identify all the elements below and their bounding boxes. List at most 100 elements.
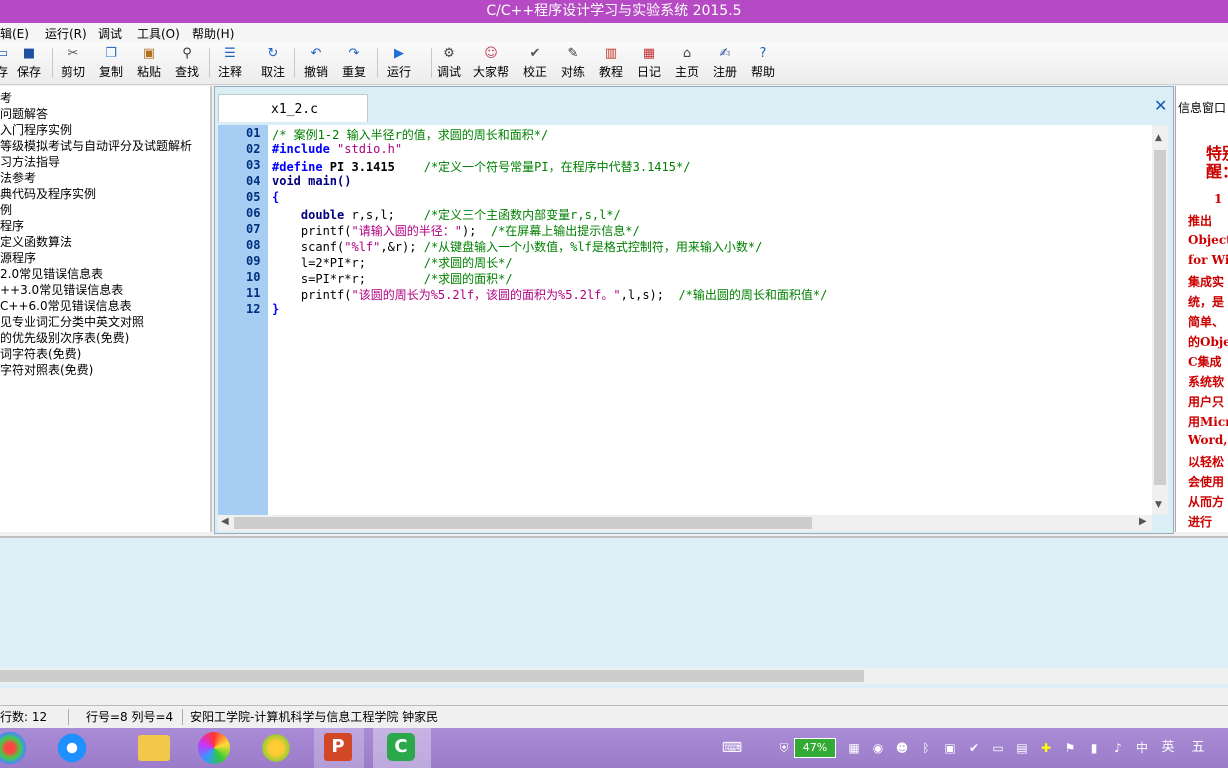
- volume-icon[interactable]: ♪: [1110, 740, 1126, 756]
- code-line: {: [272, 190, 280, 204]
- tree-item[interactable]: 例: [0, 201, 12, 218]
- tb-undo-button[interactable]: ↶ 撤销: [296, 44, 336, 82]
- tree-item[interactable]: 2.0常见错误信息表: [0, 265, 103, 282]
- device-icon[interactable]: ▤: [1014, 740, 1030, 756]
- tb-redo-button[interactable]: ↷ 重复: [334, 44, 374, 82]
- tree-item[interactable]: 等级模拟考试与自动评分及试题解析: [0, 137, 192, 154]
- file-explorer-icon[interactable]: [138, 735, 170, 761]
- debug-icon: ⚙: [443, 46, 455, 61]
- tb-book-button[interactable]: ▥ 教程: [591, 44, 631, 82]
- flag-icon[interactable]: ⚑: [1062, 740, 1078, 756]
- ie-browser-icon[interactable]: [56, 732, 88, 764]
- app-icon[interactable]: [0, 732, 26, 764]
- code-line: double r,s,l; /*定义三个主函数内部变量r,s,l*/: [272, 208, 621, 222]
- tb-help-button[interactable]: ? 帮助: [743, 44, 783, 82]
- status-line-count: 行数: 12: [0, 710, 48, 724]
- redo-icon: ↷: [348, 46, 360, 61]
- shield-icon[interactable]: ⛨: [776, 740, 792, 756]
- output-horizontal-scroll-thumb[interactable]: [0, 670, 864, 682]
- menu-edit[interactable]: 辑(E): [0, 25, 29, 42]
- tb-paste-button[interactable]: ▣ 粘贴: [129, 44, 169, 82]
- tree-item[interactable]: 典代码及程序实例: [0, 185, 96, 202]
- tb-home-button[interactable]: ⌂ 主页: [667, 44, 707, 82]
- battery-indicator[interactable]: 47%: [794, 738, 836, 758]
- people-icon: ☺: [484, 46, 498, 61]
- info-line: 1: [1214, 192, 1223, 206]
- line-number: 12: [246, 302, 261, 316]
- tb-uncomment-button[interactable]: ↻ 取注: [253, 44, 293, 82]
- tb-people-button[interactable]: ☺ 大家帮: [471, 44, 511, 82]
- tree-item[interactable]: ++3.0常见错误信息表: [0, 281, 123, 298]
- tree-item[interactable]: 入门程序实例: [0, 121, 72, 138]
- tree-item[interactable]: 见专业词汇分类中英文对照: [0, 313, 144, 330]
- menu-tools[interactable]: 工具(O): [137, 25, 180, 42]
- tb-cut-button[interactable]: ✂ 剪切: [53, 44, 93, 82]
- tree-item[interactable]: 字符对照表(免费): [0, 361, 93, 378]
- run-icon: ▶: [394, 46, 404, 61]
- security-icon[interactable]: ◉: [870, 740, 886, 756]
- bluetooth-icon[interactable]: ᛒ: [918, 740, 934, 756]
- tb-save-button[interactable]: ■ 保存: [9, 44, 49, 82]
- output-pane[interactable]: [0, 536, 1228, 688]
- c-system-taskbar-button[interactable]: C: [373, 728, 431, 768]
- toolbar-separator: [377, 48, 378, 78]
- tb-copy-button[interactable]: ❐ 复制: [91, 44, 131, 82]
- editor-horizontal-scroll-thumb[interactable]: [234, 517, 812, 529]
- browser-icon[interactable]: [260, 732, 292, 764]
- ime-english[interactable]: 英: [1160, 740, 1176, 756]
- code-line: #define PI 3.1415 /*定义一个符号常量PI，在程序中代替3.1…: [272, 160, 691, 174]
- check-tray-icon[interactable]: ✔: [966, 740, 982, 756]
- line-number: 01: [246, 126, 261, 140]
- line-number: 11: [246, 286, 261, 300]
- network-monitor-icon[interactable]: ▦: [846, 740, 862, 756]
- plus-icon[interactable]: ✚: [1038, 740, 1054, 756]
- powerpoint-taskbar-button[interactable]: P: [314, 728, 364, 768]
- qq-icon[interactable]: ☻: [894, 740, 910, 756]
- close-icon[interactable]: ✕: [1154, 96, 1167, 115]
- code-line: }: [272, 302, 280, 316]
- tb-diary-button[interactable]: ▦ 日记: [629, 44, 669, 82]
- tree-item[interactable]: 定义函数算法: [0, 233, 72, 250]
- signal-icon[interactable]: ▮: [1086, 740, 1102, 756]
- menu-run[interactable]: 运行(R): [45, 25, 87, 42]
- media-icon[interactable]: ▣: [942, 740, 958, 756]
- tb-register-button[interactable]: ✍ 注册: [705, 44, 745, 82]
- keyboard-icon[interactable]: ⌨: [718, 740, 746, 756]
- editor-vertical-scroll-thumb[interactable]: [1154, 150, 1166, 485]
- tree-item[interactable]: C++6.0常见错误信息表: [0, 297, 132, 314]
- tree-item[interactable]: 习方法指导: [0, 153, 60, 170]
- tab-x1_2-c[interactable]: x1_2.c: [218, 94, 368, 122]
- tree-item[interactable]: 的优先级别次序表(免费): [0, 329, 129, 346]
- tb-check-button[interactable]: ✔ 校正: [515, 44, 555, 82]
- tree-item[interactable]: 词字符表(免费): [0, 345, 81, 362]
- scroll-left-icon[interactable]: ◀: [221, 516, 229, 527]
- tree-item[interactable]: 程序: [0, 217, 24, 234]
- menu-help[interactable]: 帮助(H): [192, 25, 234, 42]
- tree-item[interactable]: 考: [0, 89, 12, 106]
- info-line: 统，是: [1188, 295, 1225, 309]
- tb-find-button[interactable]: ⚲ 查找: [167, 44, 207, 82]
- scroll-up-icon[interactable]: ▲: [1155, 133, 1162, 143]
- line-number: 03: [246, 158, 261, 172]
- scroll-down-icon[interactable]: ▼: [1155, 500, 1162, 510]
- line-number: 05: [246, 190, 261, 204]
- powerpoint-icon: P: [324, 733, 352, 761]
- code-line: scanf("%lf",&r); /*从键盘输入一个小数值，%lf是格式控制符，…: [272, 240, 763, 254]
- info-line: 醒：: [1206, 162, 1228, 181]
- tb-comment-button[interactable]: ☰ 注释: [210, 44, 250, 82]
- menu-debug[interactable]: 调试: [98, 25, 122, 42]
- c-system-icon: C: [387, 733, 415, 761]
- scroll-right-icon[interactable]: ▶: [1139, 516, 1147, 527]
- display-icon[interactable]: ▭: [990, 740, 1006, 756]
- tb-debug-button[interactable]: ⚙ 调试: [429, 44, 469, 82]
- ime-wubi[interactable]: 五: [1190, 740, 1206, 756]
- tb-run-button[interactable]: ▶ 运行: [379, 44, 419, 82]
- info-line: 的Obje: [1188, 335, 1228, 349]
- tb-practice-button[interactable]: ✎ 对练: [553, 44, 593, 82]
- tree-item[interactable]: 源程序: [0, 249, 36, 266]
- tree-item[interactable]: 问题解答: [0, 105, 48, 122]
- picture-viewer-icon[interactable]: [198, 732, 230, 764]
- ime-chinese[interactable]: 中: [1134, 740, 1150, 756]
- code-editor[interactable]: /* 案例1-2 输入半径r的值，求圆的周长和面积*/ #include "st…: [268, 125, 1152, 515]
- tree-item[interactable]: 法参考: [0, 169, 36, 186]
